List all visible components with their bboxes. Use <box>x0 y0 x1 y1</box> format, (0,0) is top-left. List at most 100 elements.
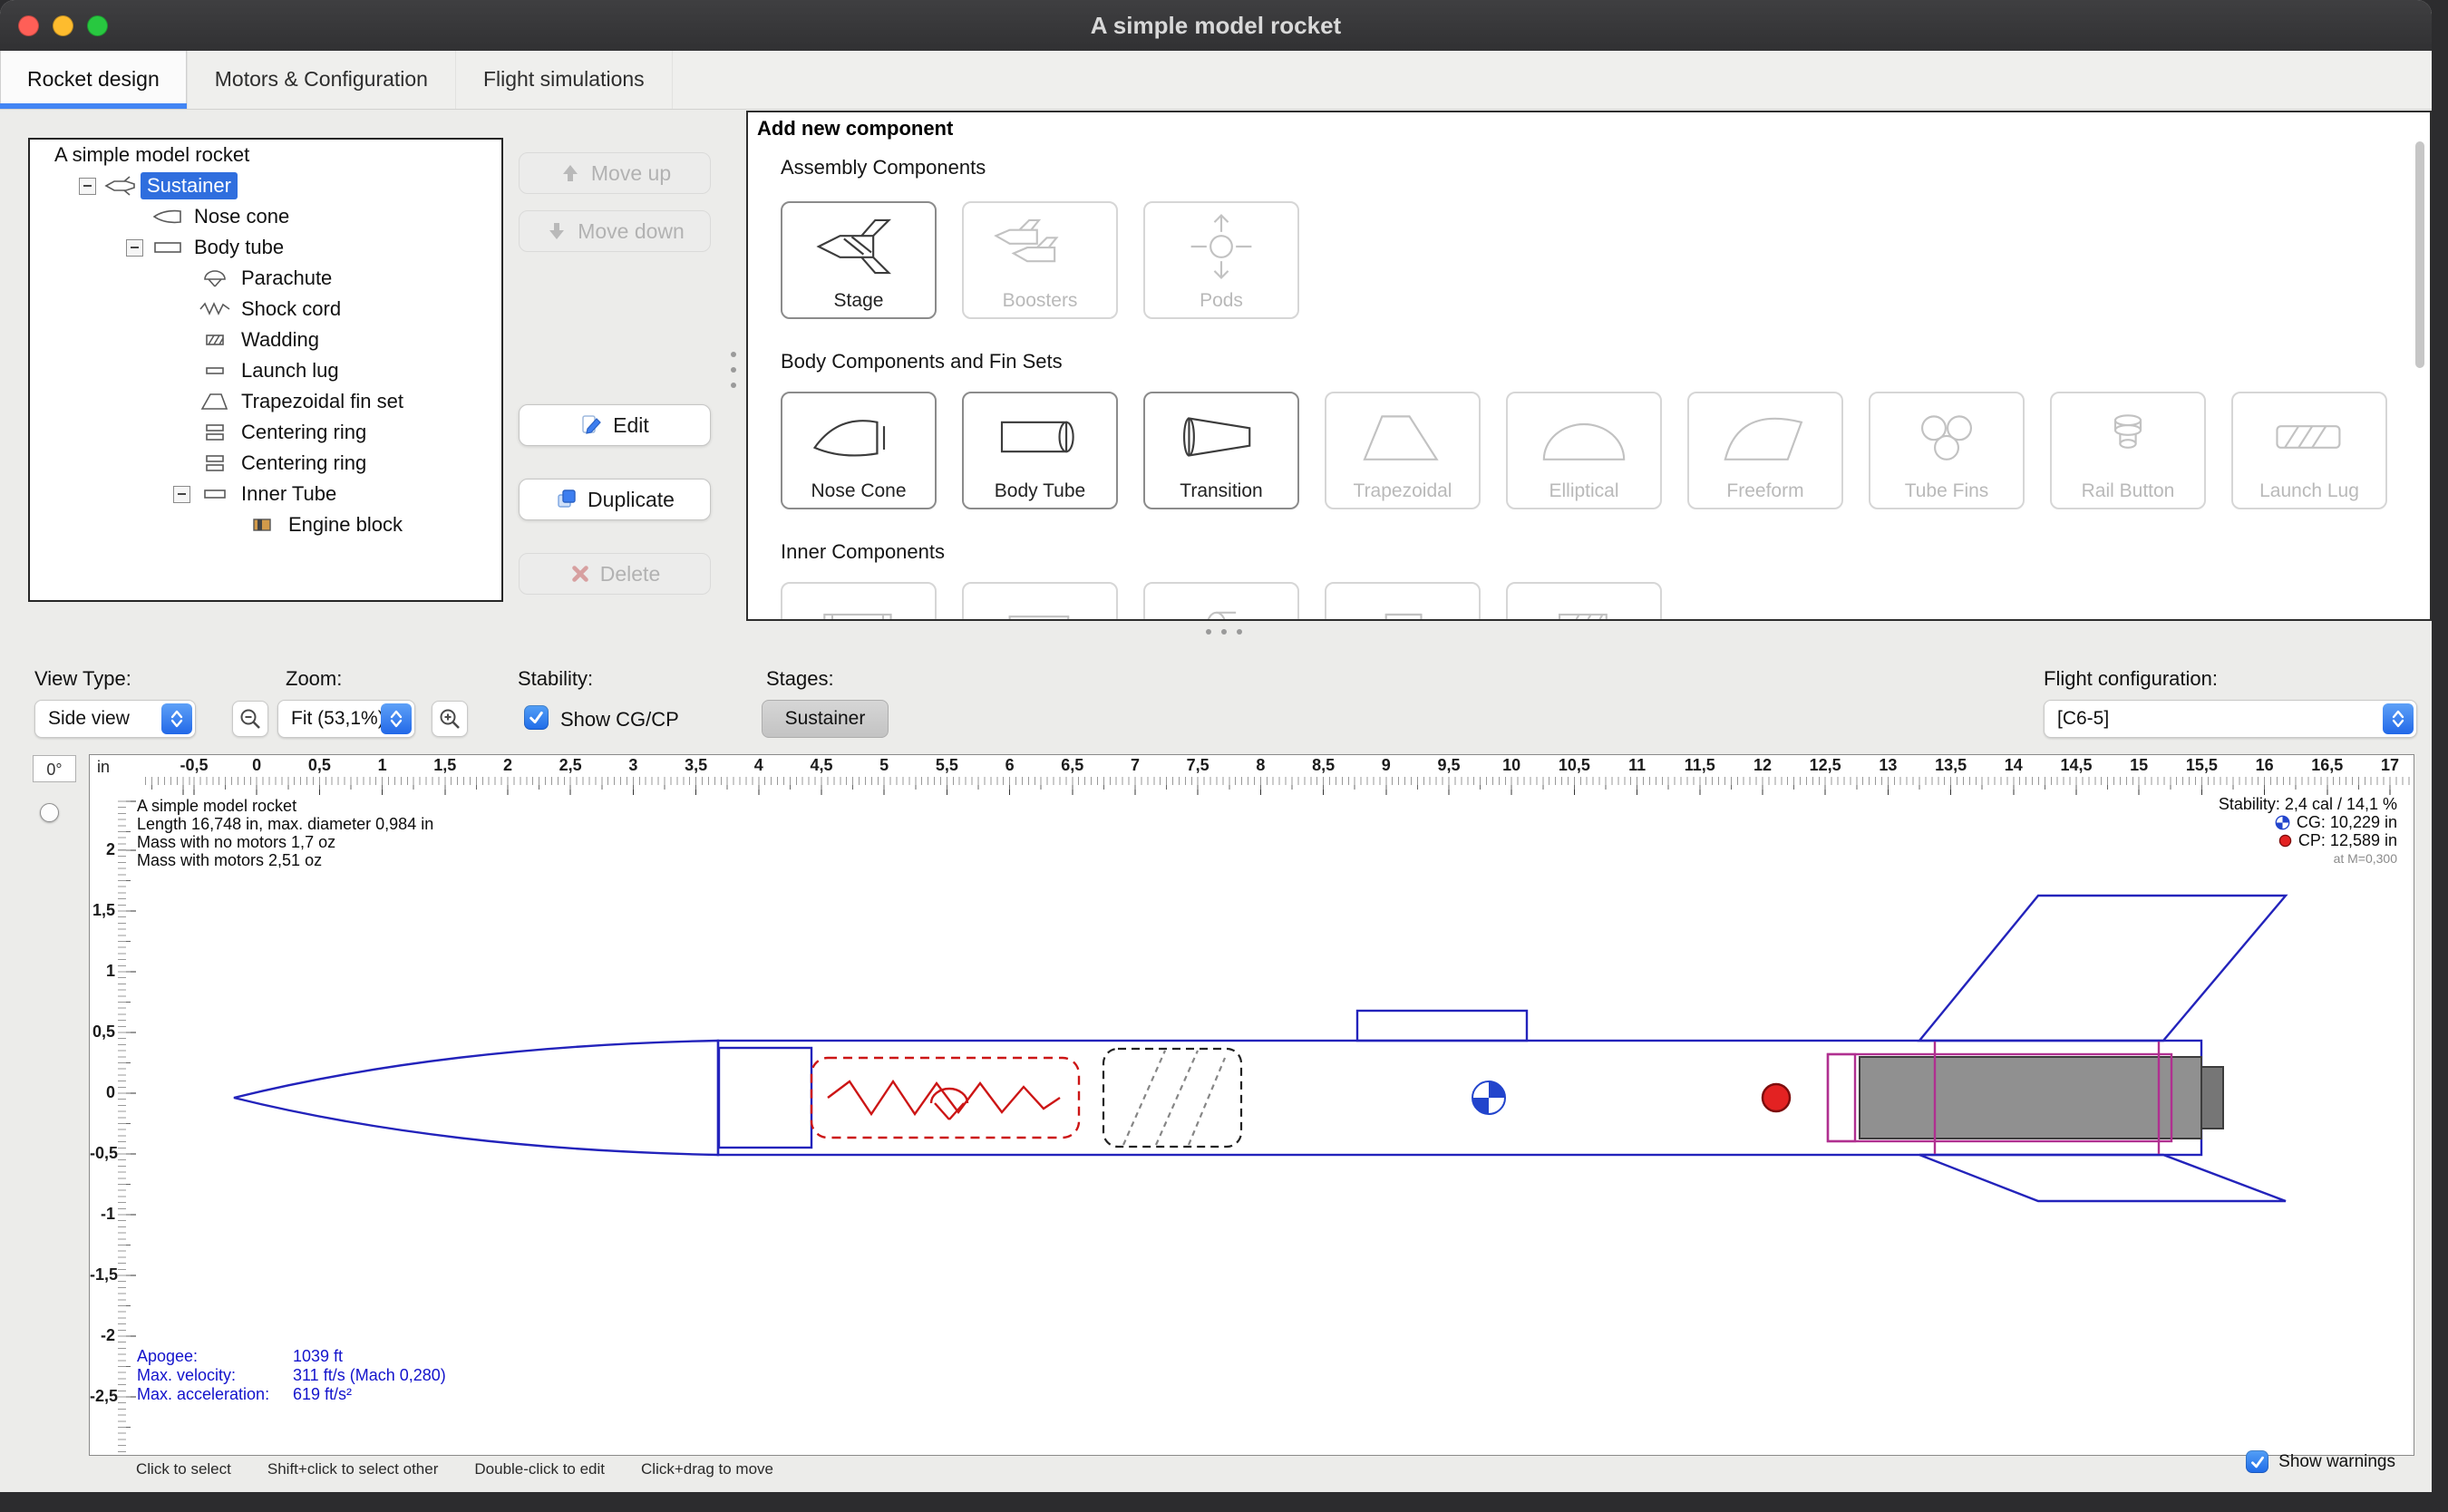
tree-item-label: Engine block <box>282 511 409 538</box>
tree-item-shock-cord[interactable]: Shock cord <box>30 294 501 325</box>
tree-expander-icon[interactable] <box>173 486 190 503</box>
innertube-icon <box>199 482 235 506</box>
tree-item-label: Parachute <box>235 265 338 292</box>
flight-summary-value: 311 ft/s (Mach 0,280) <box>293 1366 446 1385</box>
zoom-out-button[interactable] <box>232 701 268 737</box>
add-card-label: Elliptical <box>1549 480 1618 502</box>
add-card-elliptical: Elliptical <box>1506 392 1662 509</box>
railbutton-icon <box>2073 393 2183 480</box>
tree-item-trapezoidal-fin-set[interactable]: Trapezoidal fin set <box>30 386 501 417</box>
flight-configuration-label: Flight configuration: <box>2044 667 2218 691</box>
app-window: A simple model rocket Rocket designMotor… <box>0 0 2432 1492</box>
tree-item-wadding[interactable]: Wadding <box>30 325 501 355</box>
section-title-body-components-and-fin-sets: Body Components and Fin Sets <box>781 350 1063 373</box>
panel-scrollbar[interactable] <box>2415 141 2424 368</box>
rocket-view-panel: in -0,500,511,522,533,544,555,566,577,58… <box>89 754 2414 1456</box>
rotation-value: 0° <box>33 755 76 782</box>
tree-item-centering-ring[interactable]: Centering ring <box>30 448 501 479</box>
move-up-label: Move up <box>591 161 671 186</box>
freeform-icon <box>1710 393 1821 480</box>
launchlug-icon <box>2254 393 2365 480</box>
flight-summary-row: Max. acceleration:619 ft/s² <box>137 1385 446 1404</box>
add-card-label: Tube Fins <box>1905 480 1989 502</box>
flight-summary-value: 619 ft/s² <box>293 1385 352 1404</box>
cg-marker <box>1472 1081 1505 1114</box>
tree-item-label: Wadding <box>235 326 325 354</box>
tab-flight-simulations[interactable]: Flight simulations <box>456 51 673 109</box>
fin-bottom-outline <box>1919 1155 2286 1201</box>
duplicate-button[interactable]: Duplicate <box>519 479 711 520</box>
tree-item-label: Sustainer <box>141 172 238 199</box>
tree-item-inner-tube[interactable]: Inner Tube <box>30 479 501 509</box>
add-card-label: Body Tube <box>995 480 1085 502</box>
add-card-label: Pods <box>1200 290 1243 312</box>
delete-x-icon <box>569 563 591 585</box>
tree-item-label: Shock cord <box>235 296 347 323</box>
view-type-label: View Type: <box>34 667 131 691</box>
tree-item-label: Centering ring <box>235 419 373 446</box>
transition-icon <box>1166 393 1277 480</box>
tree-expander-icon[interactable] <box>126 239 143 257</box>
add-card-freeform: Freeform <box>1687 392 1843 509</box>
add-card-boosters: Boosters <box>962 201 1118 319</box>
engineblock-icon <box>246 513 282 537</box>
zoom-in-button[interactable] <box>432 701 468 737</box>
motor-nozzle <box>2201 1067 2223 1129</box>
stages-label: Stages: <box>766 667 834 691</box>
tree-item-sustainer[interactable]: Sustainer <box>30 170 501 201</box>
tree-expander-icon[interactable] <box>79 178 96 195</box>
duplicate-icon <box>555 488 578 511</box>
hint-text: Click to select <box>136 1460 231 1478</box>
tree-item-parachute[interactable]: Parachute <box>30 263 501 294</box>
view-type-value: Side view <box>48 708 130 730</box>
tree-item-label: Trapezoidal fin set <box>235 388 410 415</box>
add-card-stage[interactable]: Stage <box>781 201 937 319</box>
wadding-outline <box>1103 1049 1241 1147</box>
add-card-rail-button: Rail Button <box>2050 392 2206 509</box>
tree-item-centering-ring[interactable]: Centering ring <box>30 417 501 448</box>
hint-text: Click+drag to move <box>641 1460 773 1478</box>
centeringring-icon <box>199 451 235 475</box>
tree-item-nose-cone[interactable]: Nose cone <box>30 201 501 232</box>
cp-marker <box>1763 1084 1790 1111</box>
parachute-glyph <box>931 1089 967 1119</box>
tree-item-engine-block[interactable]: Engine block <box>30 509 501 540</box>
tab-motors-configuration[interactable]: Motors & Configuration <box>188 51 456 109</box>
tree-item-launch-lug[interactable]: Launch lug <box>30 355 501 386</box>
show-cgcp-checkbox[interactable] <box>524 705 549 730</box>
add-card-body-tube[interactable]: Body Tube <box>962 392 1118 509</box>
horizontal-splitter-handle[interactable] <box>1206 629 1242 635</box>
add-card-nose-cone[interactable]: Nose Cone <box>781 392 937 509</box>
launch-lug-outline <box>1357 1011 1527 1041</box>
show-warnings-checkbox[interactable] <box>2246 1450 2268 1473</box>
zoom-out-icon <box>238 707 262 731</box>
tree-item-label: Centering ring <box>235 450 373 477</box>
tree-root-item[interactable]: A simple model rocket <box>30 140 501 170</box>
add-card-transition[interactable]: Transition <box>1143 392 1299 509</box>
rotation-slider-handle[interactable] <box>40 803 59 822</box>
add-card-label: Trapezoidal <box>1354 480 1452 502</box>
engine-block-outline <box>1828 1054 1855 1141</box>
hint-text: Double-click to edit <box>474 1460 605 1478</box>
centeringring-icon <box>199 421 235 444</box>
flight-summary-label: Max. velocity: <box>137 1366 293 1385</box>
edit-button[interactable]: Edit <box>519 404 711 446</box>
stage-toggle-sustainer[interactable]: Sustainer <box>762 700 889 738</box>
arrow-up-icon <box>559 161 582 185</box>
flight-configuration-select[interactable]: [C6-5] <box>2044 700 2417 738</box>
tab-rocket-design[interactable]: Rocket design <box>0 51 188 109</box>
recovery-components <box>811 1058 1079 1138</box>
hint-text: Shift+click to select other <box>267 1460 439 1478</box>
add-card-pods: Pods <box>1143 201 1299 319</box>
shock-cord-line <box>828 1081 1060 1114</box>
tree-item-body-tube[interactable]: Body tube <box>30 232 501 263</box>
add-card-innertube2 <box>962 582 1118 621</box>
add-card-label: Boosters <box>1003 290 1078 312</box>
coupler-icon <box>803 584 914 621</box>
fin-top-outline <box>1919 896 2286 1041</box>
zoom-select[interactable]: Fit (53,1%) <box>277 700 415 738</box>
rocket-icon <box>104 174 141 198</box>
vertical-splitter-handle[interactable] <box>731 352 736 388</box>
add-card-label: Rail Button <box>2082 480 2175 502</box>
view-type-select[interactable]: Side view <box>34 700 196 738</box>
